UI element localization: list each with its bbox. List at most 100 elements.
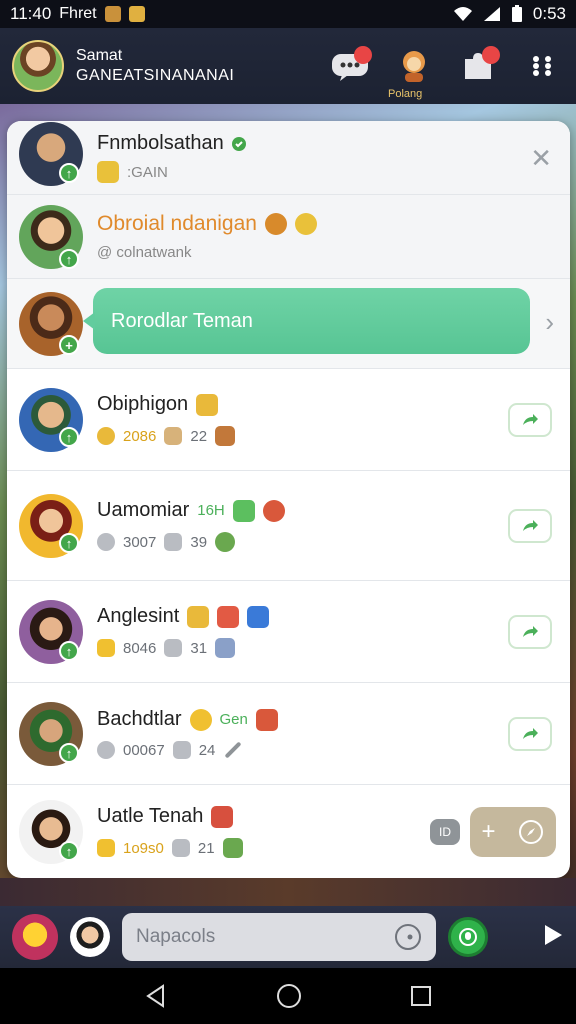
box-icon [211,805,234,828]
coin-icon [97,427,115,445]
friend-tag: 16H [197,502,225,519]
plant-icon [215,532,236,552]
signal-icon [483,7,500,21]
header-actions: Polang [328,44,564,100]
recents-icon[interactable] [409,984,433,1008]
send-button[interactable] [542,923,564,952]
friend-name: Anglesint [97,605,180,627]
friend-name: Uamomiar [97,499,190,521]
pet-icon [164,427,183,445]
user-avatar[interactable] [12,40,64,92]
verified-icon [231,136,246,151]
plus-icon: + [481,818,496,845]
online-indicator: ↑ [59,641,79,661]
wifi-icon [453,7,472,21]
friend-row[interactable]: ↑ Uatle Tenah 1o9s0 21 ID + [7,785,570,878]
hand-icon [97,639,115,657]
user-block: Samat GANEATSINANANAI [76,47,234,85]
friend-row[interactable]: ↑ Uamomiar 16H 3007 39 [7,471,570,581]
chart-icon [232,499,255,522]
send-gift-button[interactable] [508,717,552,751]
cat-icon [187,605,210,628]
invite-button[interactable]: + [470,807,556,857]
friend-coins: 2086 [123,427,157,445]
star-icon [97,161,119,183]
invite-group: ID + [430,807,556,857]
online-indicator: ↑ [59,427,79,447]
notify-badge [482,46,500,64]
compass-icon [519,820,544,844]
friend-meta: @ colnatwank [97,244,192,261]
friend-row[interactable]: + Rorodlar Teman › [7,279,570,369]
microphone-icon [459,928,477,946]
pet-icon [171,839,190,857]
chat-avatar[interactable] [70,917,110,957]
friend-name: Obroial ndanigan [97,212,257,235]
wand-icon [224,741,242,759]
notification-icon-2 [128,6,145,22]
friend-name: Uatle Tenah [97,805,204,827]
profile-caption: Polang [388,88,423,100]
friend-level: 24 [198,741,216,759]
basket-icon [217,605,240,628]
gem-icon [247,605,270,628]
send-gift-button[interactable] [508,403,552,437]
send-gift-button[interactable] [508,509,552,543]
close-button[interactable]: ✕ [530,143,552,174]
timer-icon[interactable] [394,923,422,951]
chat-button[interactable] [328,44,372,88]
friends-panel: ↑ Fnmbolsathan :GAIN ✕ ↑ Obroial ndaniga… [7,121,570,878]
flag-icon [255,708,278,731]
voice-button[interactable] [448,917,488,957]
friend-row[interactable]: ↑ Bachdtlar Gen 00067 24 [7,683,570,785]
friend-row[interactable]: ↑ Obroial ndanigan @ colnatwank [7,195,570,279]
smile-icon [189,708,212,731]
id-toggle[interactable]: ID [430,819,460,845]
more-dots-icon [533,56,551,76]
chat-placeholder: Napacols [136,926,216,947]
play-send-icon [545,924,562,945]
character-icon [403,51,425,82]
carrier-name: Fhret [59,5,97,22]
friend-info: Fnmbolsathan :GAIN [97,132,570,183]
friend-coins: 3007 [123,533,157,551]
battery-icon [511,5,522,22]
item-icon [215,638,236,658]
friend-info: Obroial ndanigan @ colnatwank [97,212,570,261]
friend-coins: 00067 [123,741,165,759]
chat-input[interactable]: Napacols [122,913,436,961]
friend-level: 22 [190,427,208,445]
pet-icon [164,533,183,551]
notify-button[interactable] [456,44,500,88]
online-indicator: ↑ [59,249,79,269]
send-gift-button[interactable] [508,615,552,649]
online-indicator: ↑ [59,163,79,183]
system-nav-bar [0,968,576,1024]
gift-arrow-icon [523,414,538,425]
user-name: Samat [76,47,123,64]
menu-button[interactable] [520,44,564,88]
friend-row[interactable]: ↑ Fnmbolsathan :GAIN ✕ [7,121,570,195]
friend-row[interactable]: ↑ Obiphigon 2086 22 [7,369,570,471]
back-icon[interactable] [143,983,169,1009]
person-icon [97,533,115,551]
mushroom-icon [262,499,285,522]
friend-row[interactable]: ↑ Anglesint 8046 31 [7,581,570,683]
add-friend-button[interactable]: Rorodlar Teman [83,288,530,354]
chevron-right-icon[interactable]: › [545,307,554,338]
pet-icon [172,741,191,759]
friend-meta: :GAIN [127,163,168,181]
pet-icon [264,213,287,235]
chat-badge [354,46,372,64]
profile-button[interactable]: Polang [388,44,436,100]
item-icon [215,426,236,446]
home-icon[interactable] [275,982,303,1010]
friend-level: 39 [190,533,208,551]
battery-time: 0:53 [532,4,566,23]
online-indicator: ↑ [59,743,79,763]
friend-level: 21 [197,839,215,857]
gift-arrow-icon [523,626,538,637]
emoji-button[interactable] [12,914,58,960]
friend-info: Bachdtlar Gen 00067 24 [97,708,570,759]
item-icon [222,838,243,858]
